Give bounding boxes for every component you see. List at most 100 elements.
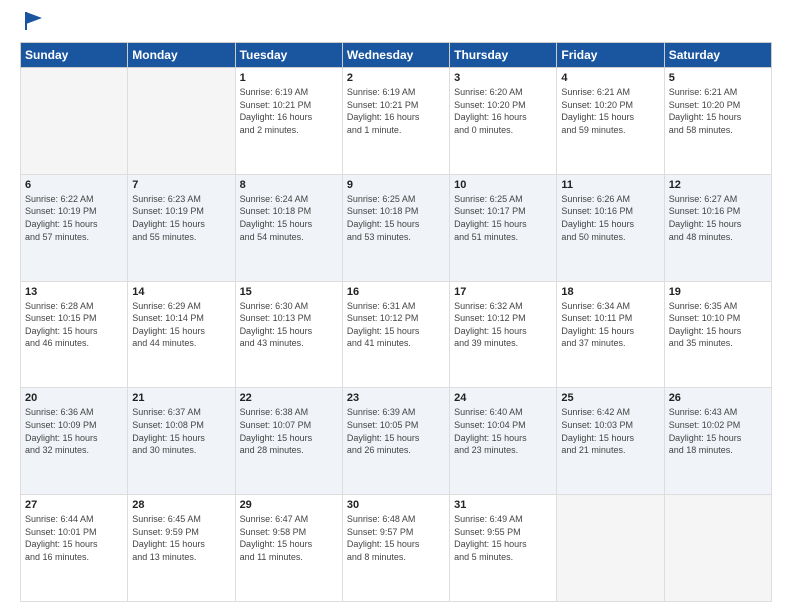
calendar-week-row: 27Sunrise: 6:44 AM Sunset: 10:01 PM Dayl…	[21, 495, 772, 602]
day-info: Sunrise: 6:29 AM Sunset: 10:14 PM Daylig…	[132, 300, 230, 350]
calendar-cell: 30Sunrise: 6:48 AM Sunset: 9:57 PM Dayli…	[342, 495, 449, 602]
weekday-header-sunday: Sunday	[21, 43, 128, 68]
day-number: 10	[454, 179, 552, 191]
calendar-cell: 17Sunrise: 6:32 AM Sunset: 10:12 PM Dayl…	[450, 281, 557, 388]
calendar-cell: 16 Sunrise: 6:31 AM Sunset: 10:12 PM Dayl…	[342, 281, 449, 388]
calendar-cell: 6 Sunrise: 6:22 AM Sunset: 10:19 PM Dayli…	[21, 174, 128, 281]
logo-flag-icon	[22, 10, 44, 32]
day-number: 13	[25, 286, 123, 298]
calendar-cell: 3Sunrise: 6:20 AM Sunset: 10:20 PM Dayli…	[450, 68, 557, 175]
day-number: 2	[347, 72, 445, 84]
day-number: 24	[454, 392, 552, 404]
calendar-week-row: 6 Sunrise: 6:22 AM Sunset: 10:19 PM Dayli…	[21, 174, 772, 281]
day-info: Sunrise: 6:28 AM Sunset: 10:15 PM Daylig…	[25, 300, 123, 350]
day-info: Sunrise: 6:36 AM Sunset: 10:09 PM Daylig…	[25, 406, 123, 456]
day-number: 22	[240, 392, 338, 404]
calendar-cell: 13 Sunrise: 6:28 AM Sunset: 10:15 PM Dayl…	[21, 281, 128, 388]
day-info: Sunrise: 6:48 AM Sunset: 9:57 PM Dayligh…	[347, 513, 445, 563]
calendar-cell	[557, 495, 664, 602]
day-info: Sunrise: 6:24 AM Sunset: 10:18 PM Daylig…	[240, 193, 338, 243]
weekday-header-monday: Monday	[128, 43, 235, 68]
day-number: 29	[240, 499, 338, 511]
day-info: Sunrise: 6:35 AM Sunset: 10:10 PM Daylig…	[669, 300, 767, 350]
day-info: Sunrise: 6:23 AM Sunset: 10:19 PM Daylig…	[132, 193, 230, 243]
day-info: Sunrise: 6:32 AM Sunset: 10:12 PM Daylig…	[454, 300, 552, 350]
calendar-cell: 27Sunrise: 6:44 AM Sunset: 10:01 PM Dayl…	[21, 495, 128, 602]
calendar-cell: 11 Sunrise: 6:26 AM Sunset: 10:16 PM Dayl…	[557, 174, 664, 281]
day-info: Sunrise: 6:22 AM Sunset: 10:19 PM Daylig…	[25, 193, 123, 243]
day-number: 25	[561, 392, 659, 404]
calendar-cell: 26 Sunrise: 6:43 AM Sunset: 10:02 PM Dayl…	[664, 388, 771, 495]
calendar-cell: 12Sunrise: 6:27 AM Sunset: 10:16 PM Dayl…	[664, 174, 771, 281]
day-info: Sunrise: 6:20 AM Sunset: 10:20 PM Daylig…	[454, 86, 552, 136]
calendar-cell: 29 Sunrise: 6:47 AM Sunset: 9:58 PM Dayli…	[235, 495, 342, 602]
weekday-header-friday: Friday	[557, 43, 664, 68]
weekday-header-saturday: Saturday	[664, 43, 771, 68]
day-info: Sunrise: 6:40 AM Sunset: 10:04 PM Daylig…	[454, 406, 552, 456]
day-info: Sunrise: 6:25 AM Sunset: 10:17 PM Daylig…	[454, 193, 552, 243]
calendar-cell	[664, 495, 771, 602]
day-info: Sunrise: 6:42 AM Sunset: 10:03 PM Daylig…	[561, 406, 659, 456]
day-info: Sunrise: 6:37 AM Sunset: 10:08 PM Daylig…	[132, 406, 230, 456]
calendar-table: SundayMondayTuesdayWednesdayThursdayFrid…	[20, 42, 772, 602]
weekday-header-wednesday: Wednesday	[342, 43, 449, 68]
logo	[20, 18, 44, 32]
calendar-cell: 24 Sunrise: 6:40 AM Sunset: 10:04 PM Dayl…	[450, 388, 557, 495]
day-info: Sunrise: 6:47 AM Sunset: 9:58 PM Dayligh…	[240, 513, 338, 563]
day-info: Sunrise: 6:30 AM Sunset: 10:13 PM Daylig…	[240, 300, 338, 350]
day-number: 14	[132, 286, 230, 298]
day-info: Sunrise: 6:19 AM Sunset: 10:21 PM Daylig…	[347, 86, 445, 136]
day-number: 4	[561, 72, 659, 84]
day-number: 12	[669, 179, 767, 191]
calendar-cell: 31 Sunrise: 6:49 AM Sunset: 9:55 PM Dayli…	[450, 495, 557, 602]
calendar-cell: 14 Sunrise: 6:29 AM Sunset: 10:14 PM Dayl…	[128, 281, 235, 388]
calendar-cell: 23Sunrise: 6:39 AM Sunset: 10:05 PM Dayl…	[342, 388, 449, 495]
calendar-body: 1 Sunrise: 6:19 AM Sunset: 10:21 PM Dayli…	[21, 68, 772, 602]
day-number: 21	[132, 392, 230, 404]
day-info: Sunrise: 6:21 AM Sunset: 10:20 PM Daylig…	[561, 86, 659, 136]
weekday-row: SundayMondayTuesdayWednesdayThursdayFrid…	[21, 43, 772, 68]
calendar-cell: 20 Sunrise: 6:36 AM Sunset: 10:09 PM Dayl…	[21, 388, 128, 495]
day-number: 11	[561, 179, 659, 191]
day-number: 6	[25, 179, 123, 191]
day-number: 5	[669, 72, 767, 84]
calendar-cell	[128, 68, 235, 175]
day-info: Sunrise: 6:45 AM Sunset: 9:59 PM Dayligh…	[132, 513, 230, 563]
day-number: 20	[25, 392, 123, 404]
calendar-cell: 5 Sunrise: 6:21 AM Sunset: 10:20 PM Dayli…	[664, 68, 771, 175]
day-number: 15	[240, 286, 338, 298]
day-number: 26	[669, 392, 767, 404]
calendar-week-row: 13 Sunrise: 6:28 AM Sunset: 10:15 PM Dayl…	[21, 281, 772, 388]
calendar-cell: 2 Sunrise: 6:19 AM Sunset: 10:21 PM Dayli…	[342, 68, 449, 175]
page: SundayMondayTuesdayWednesdayThursdayFrid…	[0, 0, 792, 612]
day-number: 9	[347, 179, 445, 191]
calendar-cell: 4 Sunrise: 6:21 AM Sunset: 10:20 PM Dayli…	[557, 68, 664, 175]
calendar-cell: 15 Sunrise: 6:30 AM Sunset: 10:13 PM Dayl…	[235, 281, 342, 388]
calendar-week-row: 1 Sunrise: 6:19 AM Sunset: 10:21 PM Dayli…	[21, 68, 772, 175]
day-number: 31	[454, 499, 552, 511]
day-number: 1	[240, 72, 338, 84]
day-number: 18	[561, 286, 659, 298]
day-info: Sunrise: 6:34 AM Sunset: 10:11 PM Daylig…	[561, 300, 659, 350]
calendar-cell	[21, 68, 128, 175]
weekday-header-thursday: Thursday	[450, 43, 557, 68]
day-number: 19	[669, 286, 767, 298]
day-info: Sunrise: 6:31 AM Sunset: 10:12 PM Daylig…	[347, 300, 445, 350]
day-number: 27	[25, 499, 123, 511]
day-number: 16	[347, 286, 445, 298]
calendar-cell: 19 Sunrise: 6:35 AM Sunset: 10:10 PM Dayl…	[664, 281, 771, 388]
day-info: Sunrise: 6:26 AM Sunset: 10:16 PM Daylig…	[561, 193, 659, 243]
calendar-cell: 1Sunrise: 6:19 AM Sunset: 10:21 PM Dayli…	[235, 68, 342, 175]
day-info: Sunrise: 6:21 AM Sunset: 10:20 PM Daylig…	[669, 86, 767, 136]
calendar-cell: 7 Sunrise: 6:23 AM Sunset: 10:19 PM Dayli…	[128, 174, 235, 281]
day-info: Sunrise: 6:49 AM Sunset: 9:55 PM Dayligh…	[454, 513, 552, 563]
day-number: 23	[347, 392, 445, 404]
calendar-cell: 22Sunrise: 6:38 AM Sunset: 10:07 PM Dayl…	[235, 388, 342, 495]
day-info: Sunrise: 6:43 AM Sunset: 10:02 PM Daylig…	[669, 406, 767, 456]
calendar-cell: 9 Sunrise: 6:25 AM Sunset: 10:18 PM Dayli…	[342, 174, 449, 281]
day-number: 7	[132, 179, 230, 191]
calendar-header: SundayMondayTuesdayWednesdayThursdayFrid…	[21, 43, 772, 68]
calendar-cell: 18 Sunrise: 6:34 AM Sunset: 10:11 PM Dayl…	[557, 281, 664, 388]
day-number: 8	[240, 179, 338, 191]
day-info: Sunrise: 6:25 AM Sunset: 10:18 PM Daylig…	[347, 193, 445, 243]
